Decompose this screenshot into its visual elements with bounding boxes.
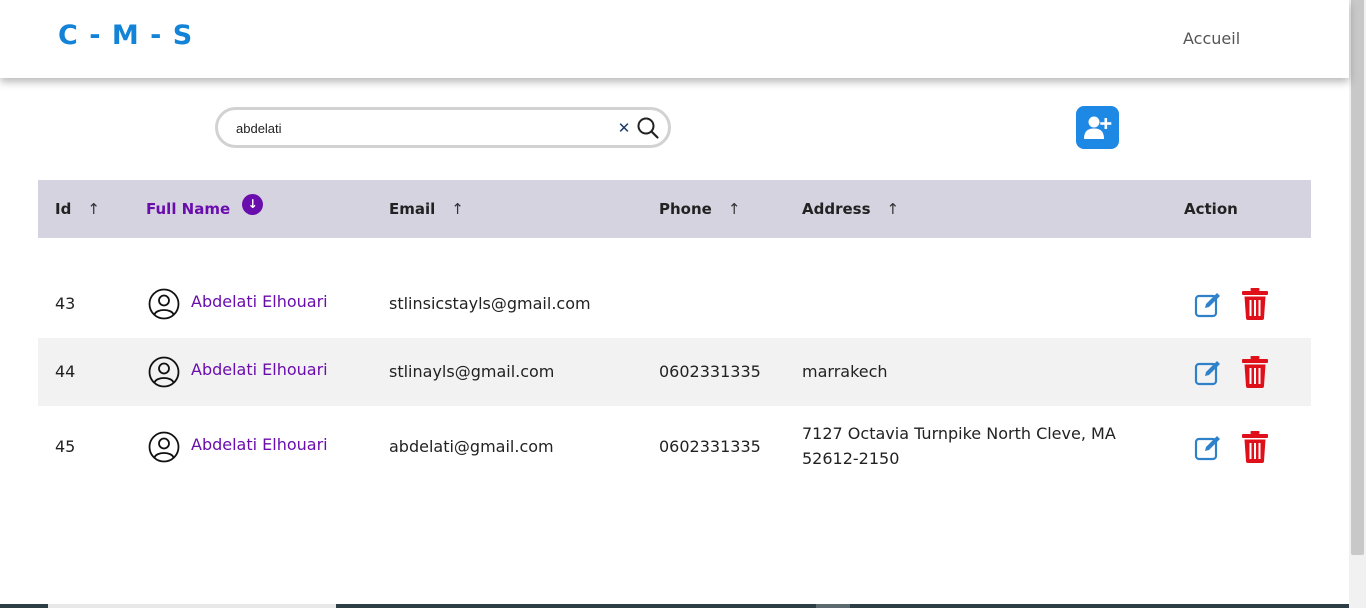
add-user-button[interactable] <box>1076 106 1119 149</box>
active-sort-icon[interactable]: ↓ <box>242 194 264 215</box>
cell-address: marrakech <box>802 362 888 381</box>
column-label: Phone <box>659 200 712 218</box>
edit-icon[interactable] <box>1193 432 1223 464</box>
search-box: ✕ <box>215 107 671 148</box>
taskbar-segment <box>48 604 336 608</box>
cell-phone: 0602331335 <box>659 362 761 381</box>
scrollbar-thumb[interactable] <box>1351 0 1364 555</box>
delete-icon[interactable] <box>1240 355 1270 388</box>
clear-icon[interactable]: ✕ <box>615 119 633 137</box>
sort-arrow-icon[interactable]: ↑ <box>887 180 900 238</box>
cell-address-line2: 52612-2150 <box>802 449 900 468</box>
scrollbar[interactable] <box>1349 0 1366 608</box>
user-avatar-icon <box>148 356 180 388</box>
nav-link-accueil[interactable]: Accueil <box>1183 29 1240 48</box>
users-table: Id ↑ Full Name ↓ Email ↑ Phone ↑ Address ↑ Ac… <box>38 180 1311 468</box>
sort-arrow-icon[interactable]: ↑ <box>728 180 741 238</box>
brand-logo[interactable]: C - M - S <box>58 20 193 51</box>
taskbar-strip <box>0 604 1349 608</box>
cell-phone: 0602331335 <box>659 437 761 456</box>
user-plus-icon <box>1084 116 1112 139</box>
column-label: Address <box>802 200 871 218</box>
column-label: Email <box>389 200 436 218</box>
sort-arrow-icon[interactable]: ↑ <box>87 180 100 238</box>
cell-id: 43 <box>55 294 76 313</box>
column-label: Id <box>55 200 72 218</box>
table-row: 43 Abdelati Elhouari stlinsicstayls@gmai… <box>38 270 1311 338</box>
edit-icon[interactable] <box>1193 289 1223 321</box>
column-label: Action <box>1184 200 1238 218</box>
column-header-email[interactable]: Email ↑ <box>389 180 464 238</box>
table-row: 45 Abdelati Elhouari abdelati@gmail.com … <box>38 406 1311 488</box>
cell-email: stlinsicstayls@gmail.com <box>389 294 591 313</box>
user-avatar-icon <box>148 431 180 463</box>
search-input[interactable] <box>236 118 606 138</box>
table-header: Id ↑ Full Name ↓ Email ↑ Phone ↑ Address ↑ Ac… <box>38 180 1311 238</box>
table-row: 44 Abdelati Elhouari stlinayls@gmail.com… <box>38 338 1311 406</box>
cell-full-name[interactable]: Abdelati Elhouari <box>191 435 328 454</box>
navbar: C - M - S Accueil <box>0 0 1349 78</box>
delete-icon[interactable] <box>1240 430 1270 463</box>
cell-email: abdelati@gmail.com <box>389 437 554 456</box>
cell-full-name[interactable]: Abdelati Elhouari <box>191 360 328 379</box>
column-header-id[interactable]: Id ↑ <box>55 180 100 238</box>
edit-icon[interactable] <box>1193 357 1223 389</box>
column-header-address[interactable]: Address ↑ <box>802 180 899 238</box>
cell-id: 45 <box>55 437 76 456</box>
delete-icon[interactable] <box>1240 287 1270 320</box>
taskbar-segment <box>816 604 850 608</box>
column-header-full-name[interactable]: Full Name ↓ <box>146 180 264 238</box>
column-label: Full Name <box>146 200 231 218</box>
cell-address-line1: 7127 Octavia Turnpike North Cleve, MA <box>802 424 1116 443</box>
user-avatar-icon <box>148 288 180 320</box>
sort-arrow-icon[interactable]: ↑ <box>451 180 464 238</box>
cell-full-name[interactable]: Abdelati Elhouari <box>191 292 328 311</box>
column-header-action: Action <box>1184 180 1238 238</box>
column-header-phone[interactable]: Phone ↑ <box>659 180 740 238</box>
cell-id: 44 <box>55 362 76 381</box>
search-icon[interactable] <box>636 116 660 140</box>
cell-email: stlinayls@gmail.com <box>389 362 555 381</box>
